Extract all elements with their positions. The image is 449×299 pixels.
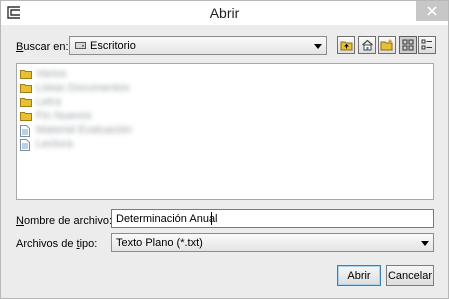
list-item[interactable]: Material Evaluación: [20, 123, 170, 137]
close-icon: [427, 6, 437, 16]
details-view-icon: [421, 39, 432, 50]
folder-icon: [20, 70, 32, 79]
close-button[interactable]: [416, 1, 448, 21]
file-name: Lectura: [36, 138, 73, 150]
new-folder-button[interactable]: [378, 36, 396, 54]
file-type-dropdown[interactable]: Texto Plano (*.txt): [111, 233, 434, 252]
list-item[interactable]: Varios: [20, 67, 170, 81]
file-type-value: Texto Plano (*.txt): [116, 237, 203, 249]
desktop-button[interactable]: [358, 36, 376, 54]
folder-icon: [20, 84, 32, 93]
desktop-home-icon: [361, 39, 373, 51]
up-one-level-button[interactable]: [337, 36, 355, 54]
text-file-icon: [20, 139, 30, 151]
file-name-label: Nombre de archivo:: [16, 215, 112, 227]
open-dialog: Abrir Buscar en: Escritorio Varios Lista…: [0, 0, 449, 299]
file-name: Material Evaluación: [36, 124, 132, 136]
new-folder-icon: [380, 39, 393, 51]
up-one-level-icon: [340, 41, 352, 50]
look-in-value: Escritorio: [90, 40, 136, 52]
open-button[interactable]: Abrir: [337, 265, 381, 286]
file-name-input[interactable]: [111, 209, 434, 228]
list-item[interactable]: Letra: [20, 95, 170, 109]
list-item[interactable]: Lectura: [20, 137, 170, 151]
file-list[interactable]: Varios Listas Documentos Letra Fin Nuevo…: [16, 63, 434, 200]
cancel-button[interactable]: Cancelar: [386, 265, 434, 286]
window-title: Abrir: [209, 5, 240, 21]
file-name: Letra: [36, 96, 62, 108]
details-view-button[interactable]: [418, 36, 436, 54]
list-view-icon: [402, 39, 414, 51]
list-item[interactable]: Fin Nuevos: [20, 109, 170, 123]
drive-icon: [75, 42, 86, 49]
file-name: Listas Documentos: [36, 82, 130, 94]
look-in-dropdown[interactable]: Escritorio: [69, 36, 327, 55]
list-view-button[interactable]: [399, 36, 417, 54]
file-type-label: Archivos de tipo:: [16, 238, 98, 250]
look-in-label: Buscar en:: [16, 41, 69, 53]
chevron-down-icon: [314, 44, 322, 49]
folder-icon: [20, 112, 32, 121]
text-caret: [211, 212, 212, 225]
file-name: Fin Nuevos: [36, 110, 92, 122]
title-bar: Abrir: [1, 1, 448, 25]
file-name: Varios: [36, 68, 67, 80]
list-item[interactable]: Listas Documentos: [20, 81, 170, 95]
chevron-down-icon: [421, 241, 429, 246]
text-file-icon: [20, 125, 30, 137]
folder-icon: [20, 98, 32, 107]
